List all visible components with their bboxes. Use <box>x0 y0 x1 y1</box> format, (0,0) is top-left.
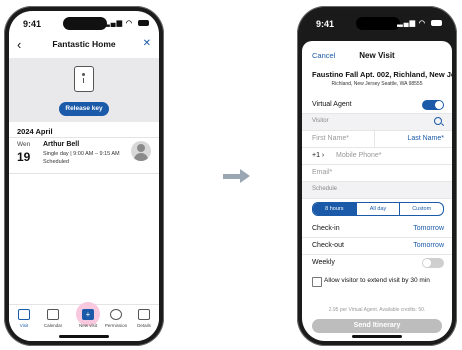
send-itinerary-button[interactable]: Send Itinerary <box>312 319 442 333</box>
visit-entry[interactable]: Wen 19 Arthur Bell Single day | 9:00 AM … <box>9 139 159 173</box>
entry-date: 19 <box>17 150 31 164</box>
phone-frame-left: 9:41 ▂▄▆ ◠ ‹ Fantastic Home ✕ Release ke… <box>4 6 164 346</box>
tab-label: New visit <box>78 323 97 328</box>
visit-detail: Single day | 9:00 AM – 9:15 AM <box>43 151 120 157</box>
check-in-row[interactable]: Check-in Tomorrow <box>302 221 452 238</box>
status-bar: 9:41 ▂▄▆ ◠ <box>9 11 159 33</box>
divider <box>9 137 159 138</box>
dynamic-island <box>356 17 400 30</box>
battery-icon <box>431 20 442 27</box>
address-title: Faustino Fall Apt. 002, Richland, New Je… <box>312 70 452 79</box>
tab-label: Visit <box>19 323 29 328</box>
transition-arrow <box>223 174 241 179</box>
list-icon <box>18 309 30 320</box>
status-time: 9:41 <box>316 19 335 29</box>
email-row: Email* <box>302 165 452 182</box>
arrow-head-icon <box>240 169 250 183</box>
visit-status: Scheduled <box>43 159 69 165</box>
release-key-button[interactable]: Release key <box>59 102 109 116</box>
extend-visit-label: Allow visitor to extend visit by 30 min <box>324 277 430 284</box>
calendar-icon <box>47 309 59 320</box>
address-subtitle: Richland, New Jersey Seattle, WA 98555 <box>331 81 423 87</box>
schedule-segmented-control: 8 hours All day Custom <box>312 202 444 216</box>
mobile-phone-field[interactable]: Mobile Phone* <box>336 152 382 159</box>
home-screen: 9:41 ▂▄▆ ◠ ‹ Fantastic Home ✕ Release ke… <box>9 11 159 341</box>
dynamic-island <box>63 17 107 30</box>
home-indicator <box>59 335 109 338</box>
plus-icon: + <box>82 309 94 320</box>
phone-row: +1 › Mobile Phone* <box>302 148 452 165</box>
tab-label: Permission <box>104 323 128 328</box>
tab-calendar[interactable]: Calendar <box>40 309 66 328</box>
virtual-agent-toggle[interactable] <box>422 100 444 110</box>
tab-new-visit[interactable]: + New visit <box>75 309 101 328</box>
tools-icon[interactable]: ✕ <box>143 38 151 49</box>
status-bar: 9:41 ▂▄▆ ◠ <box>302 11 452 33</box>
tab-label: Details <box>137 323 151 328</box>
document-icon <box>138 309 150 320</box>
battery-icon <box>138 20 149 27</box>
person-icon <box>110 309 122 320</box>
home-indicator <box>352 335 402 338</box>
smart-lock-icon <box>74 66 94 92</box>
avatar <box>131 141 151 161</box>
nav-bar: ‹ Fantastic Home ✕ <box>9 35 159 57</box>
divider <box>9 173 159 174</box>
tab-label: Calendar <box>43 323 63 328</box>
new-visit-screen: 9:41 ▂▄▆ ◠ Cancel New Visit Faustino Fal… <box>302 11 452 341</box>
phone-frame-right: 9:41 ▂▄▆ ◠ Cancel New Visit Faustino Fal… <box>297 6 457 346</box>
first-name-field[interactable]: First Name* <box>312 135 349 142</box>
country-code-select[interactable]: +1 › <box>312 152 324 159</box>
page-title: Fantastic Home <box>52 39 116 49</box>
sheet-title: New Visit <box>359 51 395 60</box>
credits-text: 2.95 per Virtual Agent. Available credit… <box>328 307 426 313</box>
virtual-agent-label: Virtual Agent <box>312 101 352 108</box>
divider <box>374 131 375 147</box>
weekly-row: Weekly <box>302 255 452 271</box>
check-in-label: Check-in <box>312 225 340 232</box>
new-visit-sheet: Cancel New Visit Faustino Fall Apt. 002,… <box>302 41 452 341</box>
status-time: 9:41 <box>23 19 42 29</box>
schedule-option-8-hours[interactable]: 8 hours <box>313 203 356 215</box>
check-out-label: Check-out <box>312 242 344 249</box>
schedule-option-all-day[interactable]: All day <box>355 203 400 215</box>
extend-visit-checkbox[interactable] <box>312 277 322 287</box>
virtual-agent-row: Virtual Agent <box>302 97 452 114</box>
name-row: First Name* Last Name* <box>302 131 452 148</box>
visitor-header: Visitor <box>312 118 329 124</box>
last-name-field[interactable]: Last Name* <box>407 135 444 142</box>
tab-details[interactable]: Details <box>131 309 157 328</box>
schedule-section-header: Schedule <box>302 182 452 199</box>
visitor-section-header: Visitor <box>302 114 452 131</box>
visitor-name: Arthur Bell <box>43 141 80 148</box>
tab-bar: Visit Calendar + New visit Permission De… <box>9 302 159 341</box>
country-code: +1 <box>312 152 320 159</box>
status-icons: ▂▄▆ ◠ <box>397 19 442 27</box>
key-panel: Release key <box>9 58 159 122</box>
weekly-toggle[interactable] <box>422 258 444 268</box>
tab-visit[interactable]: Visit <box>11 309 37 328</box>
entry-day: Wen <box>17 141 31 148</box>
schedule-option-custom[interactable]: Custom <box>399 203 443 215</box>
check-out-row[interactable]: Check-out Tomorrow <box>302 238 452 255</box>
tab-permission[interactable]: Permission <box>103 309 129 328</box>
status-icons: ▂▄▆ ◠ <box>104 19 149 27</box>
month-header: 2024 April <box>17 127 53 136</box>
check-in-value[interactable]: Tomorrow <box>413 225 444 232</box>
check-out-value[interactable]: Tomorrow <box>413 242 444 249</box>
email-field[interactable]: Email* <box>312 169 332 176</box>
schedule-header: Schedule <box>312 186 338 192</box>
search-icon[interactable] <box>434 117 442 125</box>
weekly-label: Weekly <box>312 259 335 266</box>
